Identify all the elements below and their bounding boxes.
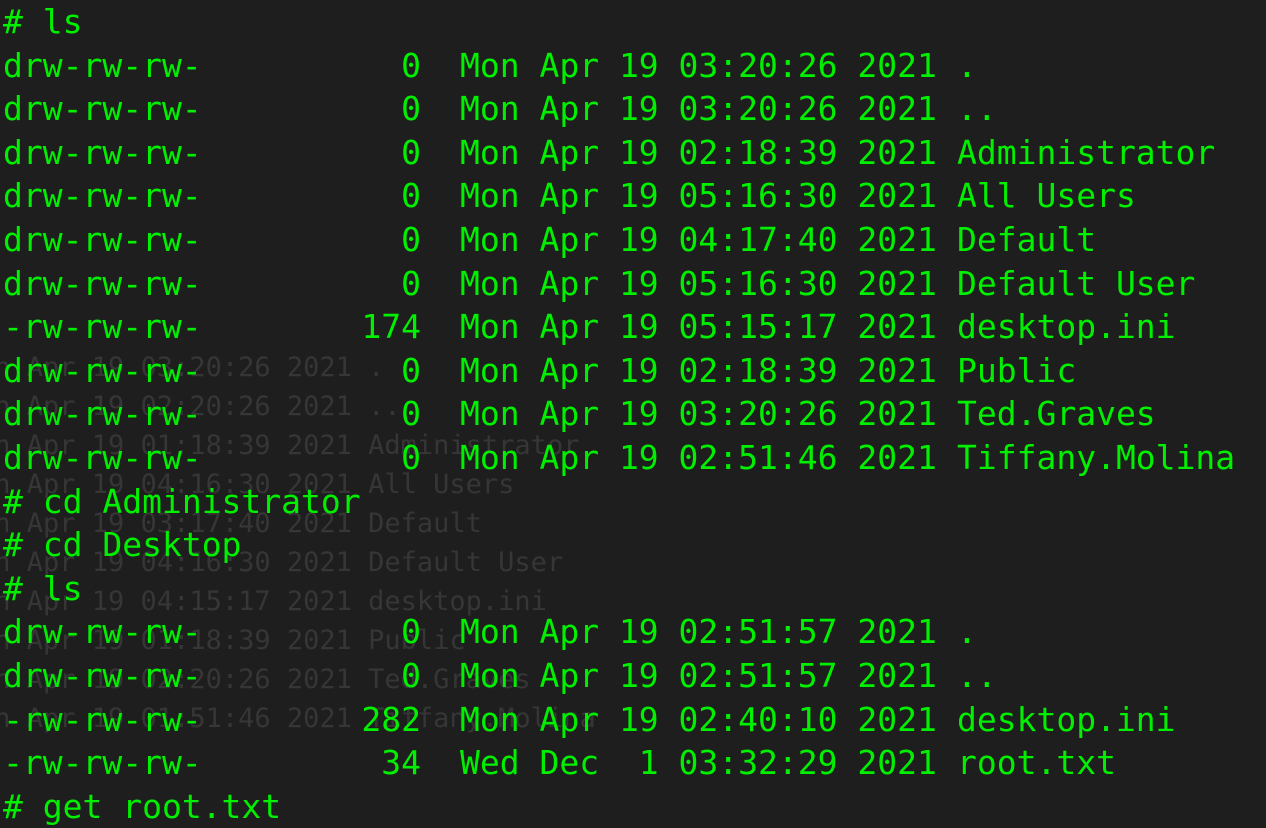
file-size: 0 (401, 437, 421, 477)
file-name: Ted.Graves (957, 394, 1156, 434)
file-name: . (957, 45, 977, 85)
modified-date: Mon Apr 19 02:18:39 2021 (460, 350, 937, 390)
prompt-symbol: # (3, 525, 23, 565)
listing-row: drw-rw-rw- 0 Mon Apr 19 02:51:57 2021.. (3, 654, 1235, 698)
modified-date: Wed Dec 1 03:32:29 2021 (460, 743, 937, 783)
permissions: drw-rw-rw- (3, 89, 202, 129)
file-name: . (957, 612, 977, 652)
prompt-symbol: # (3, 786, 23, 826)
modified-date: Mon Apr 19 03:20:26 2021 (460, 45, 937, 85)
command-text: get root.txt (42, 786, 282, 826)
listing-row: drw-rw-rw- 0 Mon Apr 19 03:20:26 2021.. (3, 87, 1235, 131)
command-line: # ls (3, 0, 1235, 44)
permissions: drw-rw-rw- (3, 655, 202, 695)
listing-row: drw-rw-rw- 0 Mon Apr 19 02:18:39 2021 Publi… (3, 349, 1235, 393)
file-size: 0 (401, 394, 421, 434)
file-name: .. (957, 655, 997, 695)
permissions: -rw-rw-rw- (3, 743, 202, 783)
modified-date: Mon Apr 19 02:51:57 2021 (460, 655, 937, 695)
permissions: drw-rw-rw- (3, 132, 202, 172)
file-size: 34 (381, 743, 421, 783)
file-size: 0 (401, 350, 421, 390)
modified-date: Mon Apr 19 05:16:30 2021 (460, 176, 937, 216)
modified-date: Mon Apr 19 03:20:26 2021 (460, 394, 937, 434)
permissions: drw-rw-rw- (3, 350, 202, 390)
command-line: # cd Desktop (3, 523, 1235, 567)
permissions: drw-rw-rw- (3, 176, 202, 216)
prompt-symbol: # (3, 568, 23, 608)
terminal-window[interactable]: on Apr 19 03:20:26 2021 . on Apr 19 02:2… (0, 0, 1266, 827)
listing-row: drw-rw-rw- 0 Mon Apr 19 03:20:26 2021 Ted.G… (3, 392, 1235, 436)
file-name: desktop.ini (957, 307, 1176, 347)
command-line: # get root.txt (3, 785, 1235, 828)
permissions: drw-rw-rw- (3, 45, 202, 85)
file-size: 0 (401, 219, 421, 259)
command-text: ls (42, 568, 83, 608)
modified-date: Mon Apr 19 02:51:57 2021 (460, 612, 937, 652)
file-size: 0 (401, 132, 421, 172)
command-line: # ls (3, 567, 1235, 611)
listing-row: drw-rw-rw- 0 Mon Apr 19 02:51:46 2021 Tiffa… (3, 436, 1235, 480)
file-size: 0 (401, 612, 421, 652)
file-size: 0 (401, 263, 421, 303)
modified-date: Mon Apr 19 03:20:26 2021 (460, 89, 937, 129)
modified-date: Mon Apr 19 05:15:17 2021 (460, 307, 937, 347)
file-name: desktop.ini (957, 699, 1176, 739)
listing-row: drw-rw-rw- 0 Mon Apr 19 02:51:57 2021. (3, 610, 1235, 654)
file-name: Default User (957, 263, 1196, 303)
permissions: drw-rw-rw- (3, 394, 202, 434)
listing-row: -rw-rw-rw- 34 Wed Dec 1 03:32:29 2021 root.… (3, 741, 1235, 785)
command-text: cd Desktop (42, 525, 242, 565)
permissions: drw-rw-rw- (3, 263, 202, 303)
modified-date: Mon Apr 19 04:17:40 2021 (460, 219, 937, 259)
listing-row: drw-rw-rw- 0 Mon Apr 19 05:16:30 2021 All U… (3, 174, 1235, 218)
modified-date: Mon Apr 19 02:40:10 2021 (460, 699, 937, 739)
file-name: root.txt (957, 743, 1116, 783)
terminal-output: # ls drw-rw-rw- 0 Mon Apr 19 03:20:26 2021… (3, 0, 1235, 828)
listing-row: drw-rw-rw- 0 Mon Apr 19 02:18:39 2021 Admin… (3, 131, 1235, 175)
command-text: cd Administrator (42, 481, 361, 521)
permissions: drw-rw-rw- (3, 219, 202, 259)
file-size: 0 (401, 89, 421, 129)
modified-date: Mon Apr 19 02:51:46 2021 (460, 437, 937, 477)
command-line: # cd Administrator (3, 480, 1235, 524)
file-size: 174 (361, 307, 421, 347)
permissions: drw-rw-rw- (3, 437, 202, 477)
file-size: 282 (361, 699, 421, 739)
file-size: 0 (401, 655, 421, 695)
listing-row: drw-rw-rw- 0 Mon Apr 19 05:16:30 2021 Defau… (3, 262, 1235, 306)
file-name: Default (957, 219, 1097, 259)
file-name: All Users (957, 176, 1136, 216)
file-name: Tiffany.Molina (957, 437, 1236, 477)
listing-row: -rw-rw-rw- 282 Mon Apr 19 02:40:10 2021 des… (3, 698, 1235, 742)
prompt-symbol: # (3, 481, 23, 521)
modified-date: Mon Apr 19 05:16:30 2021 (460, 263, 937, 303)
listing-row: drw-rw-rw- 0 Mon Apr 19 04:17:40 2021 Defau… (3, 218, 1235, 262)
file-name: Public (957, 350, 1077, 390)
file-size: 0 (401, 176, 421, 216)
prompt-symbol: # (3, 2, 23, 41)
listing-row: drw-rw-rw- 0 Mon Apr 19 03:20:26 2021. (3, 44, 1235, 88)
permissions: -rw-rw-rw- (3, 307, 202, 347)
command-text: ls (42, 2, 83, 41)
listing-row: -rw-rw-rw- 174 Mon Apr 19 05:15:17 2021 des… (3, 305, 1235, 349)
file-size: 0 (401, 45, 421, 85)
permissions: -rw-rw-rw- (3, 699, 202, 739)
file-name: .. (957, 89, 997, 129)
permissions: drw-rw-rw- (3, 612, 202, 652)
file-name: Administrator (957, 132, 1216, 172)
modified-date: Mon Apr 19 02:18:39 2021 (460, 132, 937, 172)
